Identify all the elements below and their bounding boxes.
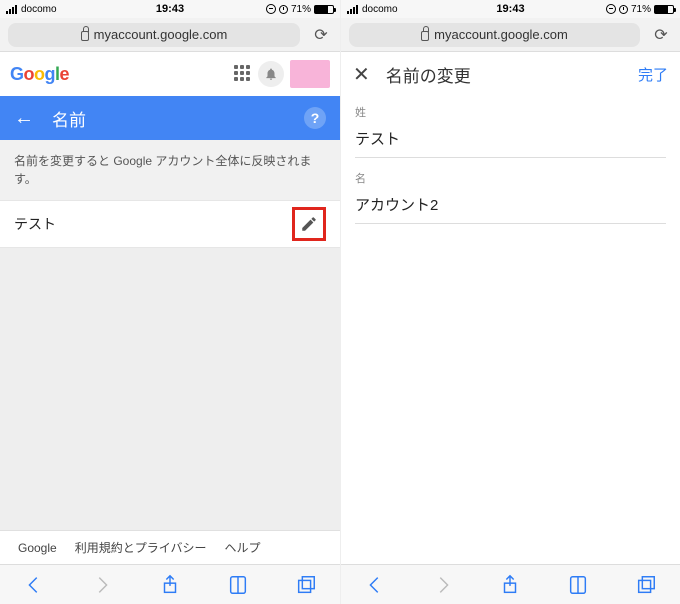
share-button[interactable] xyxy=(159,574,181,596)
pencil-icon xyxy=(300,215,318,233)
url-display[interactable]: myaccount.google.com xyxy=(8,23,300,47)
safari-url-bar: myaccount.google.com ⟳ xyxy=(341,18,680,52)
phone-right: docomo 19:43 71% myaccount.google.com ⟳ … xyxy=(340,0,680,604)
safari-toolbar xyxy=(341,564,680,604)
footer-google[interactable]: Google xyxy=(18,541,57,555)
first-name-input[interactable]: アカウント2 xyxy=(355,190,666,224)
rotation-lock-icon xyxy=(266,4,276,14)
empty-area xyxy=(0,248,340,530)
rotation-lock-icon xyxy=(606,4,616,14)
signal-icon xyxy=(347,5,358,14)
ios-status-bar: docomo 19:43 71% xyxy=(341,0,680,18)
tabs-button[interactable] xyxy=(295,574,317,596)
nav-back-button[interactable] xyxy=(364,574,386,596)
nav-forward-button[interactable] xyxy=(432,574,454,596)
url-text: myaccount.google.com xyxy=(434,27,568,42)
back-arrow-icon[interactable]: ← xyxy=(14,107,34,130)
lock-icon xyxy=(81,31,89,41)
footer-help[interactable]: ヘルプ xyxy=(224,539,260,556)
first-name-field-group: 名 アカウント2 xyxy=(341,162,680,228)
carrier-label: docomo xyxy=(21,4,57,15)
alarm-icon xyxy=(279,5,288,14)
ios-status-bar: docomo 19:43 71% xyxy=(0,0,340,18)
tabs-button[interactable] xyxy=(635,574,657,596)
last-name-label: 姓 xyxy=(355,104,666,120)
bookmarks-button[interactable] xyxy=(227,574,249,596)
clock-label: 19:43 xyxy=(156,3,184,15)
url-display[interactable]: myaccount.google.com xyxy=(349,23,640,47)
nav-back-button[interactable] xyxy=(23,574,45,596)
reload-button[interactable]: ⟳ xyxy=(308,22,334,48)
page-title-bar: ← 名前 ? xyxy=(0,96,340,140)
share-button[interactable] xyxy=(499,574,521,596)
signal-icon xyxy=(6,5,17,14)
description-text: 名前を変更すると Google アカウント全体に反映されます。 xyxy=(0,140,340,200)
empty-area xyxy=(341,228,680,564)
lock-icon xyxy=(421,31,429,41)
clock-label: 19:43 xyxy=(496,3,524,15)
reload-button[interactable]: ⟳ xyxy=(648,22,674,48)
footer-links: Google 利用規約とプライバシー ヘルプ xyxy=(0,530,340,564)
first-name-label: 名 xyxy=(355,170,666,186)
help-icon[interactable]: ? xyxy=(304,107,326,129)
page-title: 名前 xyxy=(52,106,304,131)
edit-header: ✕ 名前の変更 完了 xyxy=(341,52,680,96)
carrier-label: docomo xyxy=(362,4,398,15)
last-name-field-group: 姓 テスト xyxy=(341,96,680,162)
name-value-row[interactable]: テスト xyxy=(0,200,340,248)
google-header: Google xyxy=(0,52,340,96)
name-value: テスト xyxy=(14,214,292,234)
google-logo[interactable]: Google xyxy=(10,64,69,85)
battery-pct: 71% xyxy=(291,4,311,15)
url-text: myaccount.google.com xyxy=(94,27,228,42)
battery-pct: 71% xyxy=(631,4,651,15)
safari-url-bar: myaccount.google.com ⟳ xyxy=(0,18,340,52)
alarm-icon xyxy=(619,5,628,14)
battery-icon xyxy=(654,5,674,14)
notifications-icon[interactable] xyxy=(258,61,284,87)
nav-forward-button[interactable] xyxy=(91,574,113,596)
bookmarks-button[interactable] xyxy=(567,574,589,596)
close-icon[interactable]: ✕ xyxy=(353,62,370,87)
last-name-input[interactable]: テスト xyxy=(355,124,666,158)
avatar[interactable] xyxy=(290,60,330,88)
phone-left: docomo 19:43 71% myaccount.google.com ⟳ … xyxy=(0,0,340,604)
battery-icon xyxy=(314,5,334,14)
safari-toolbar xyxy=(0,564,340,604)
footer-privacy[interactable]: 利用規約とプライバシー xyxy=(75,539,207,556)
edit-button-highlight[interactable] xyxy=(292,207,326,241)
edit-title: 名前の変更 xyxy=(386,62,638,87)
apps-icon[interactable] xyxy=(234,65,252,83)
done-button[interactable]: 完了 xyxy=(638,64,668,85)
